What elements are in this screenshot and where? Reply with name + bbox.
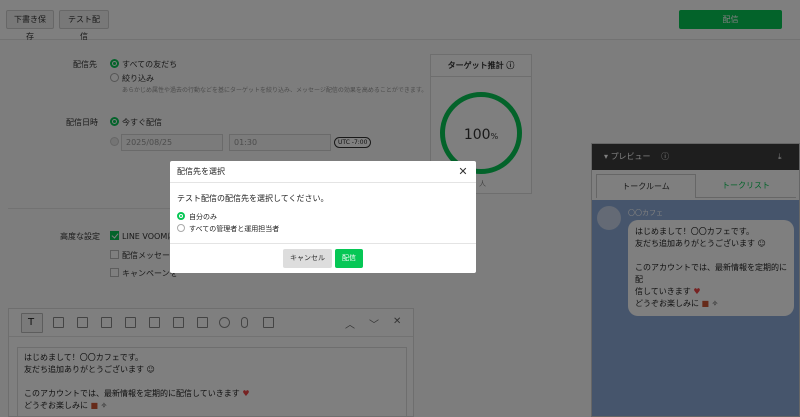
- cancel-button[interactable]: キャンセル: [283, 249, 332, 268]
- dialog-title: 配信先を選択: [170, 161, 476, 183]
- option-self-radio[interactable]: [177, 212, 185, 220]
- option-all-admins-label[interactable]: すべての管理者と運用担当者: [189, 224, 279, 234]
- close-icon[interactable]: ✕: [456, 165, 470, 179]
- dialog-description: テスト配信の配信先を選択してください。: [177, 194, 329, 203]
- option-self-label[interactable]: 自分のみ: [189, 212, 217, 222]
- option-all-admins-radio[interactable]: [177, 224, 185, 232]
- select-recipients-dialog: 配信先を選択 ✕ テスト配信の配信先を選択してください。 自分のみ すべての管理…: [170, 161, 476, 273]
- dialog-footer-divider: [170, 243, 476, 244]
- dialog-send-button[interactable]: 配信: [335, 249, 363, 268]
